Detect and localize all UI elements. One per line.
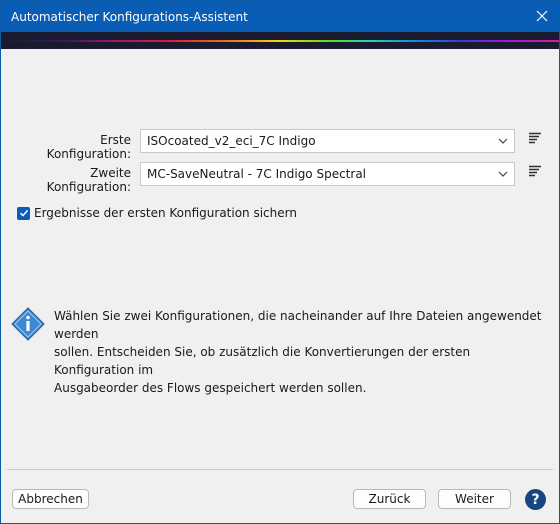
info-text: Wählen Sie zwei Konfigurationen, die nac… — [54, 307, 544, 397]
first-config-value: ISOcoated_v2_eci_7C Indigo — [147, 134, 316, 148]
list-options-icon[interactable] — [529, 165, 541, 177]
help-icon[interactable]: ? — [525, 489, 546, 510]
footer-divider — [7, 469, 553, 470]
second-config-value: MC-SaveNeutral - 7C Indigo Spectral — [147, 167, 367, 181]
first-config-label: Erste Konfiguration: — [46, 133, 131, 161]
cancel-button[interactable]: Abbrechen — [12, 489, 89, 509]
info-icon — [11, 307, 45, 341]
spectrum-line — [1, 40, 559, 42]
second-config-select[interactable]: MC-SaveNeutral - 7C Indigo Spectral — [140, 162, 515, 186]
chevron-down-icon — [498, 138, 508, 144]
save-first-results-label: Ergebnisse der ersten Konfiguration sich… — [34, 206, 297, 220]
save-first-results-option[interactable]: Ergebnisse der ersten Konfiguration sich… — [17, 206, 297, 220]
wizard-window: Automatischer Konfigurations-Assistent E… — [0, 0, 560, 524]
second-config-label: Zweite Konfiguration: — [46, 166, 131, 194]
spectrum-banner — [1, 32, 559, 49]
save-first-results-checkbox[interactable] — [17, 206, 30, 220]
info-line: Ausgabeorder des Flows gespeichert werde… — [54, 381, 367, 395]
back-button[interactable]: Zurück — [353, 489, 426, 509]
list-options-icon[interactable] — [529, 132, 541, 144]
chevron-down-icon — [498, 171, 508, 177]
info-line: sollen. Entscheiden Sie, ob zusätzlich d… — [54, 345, 471, 377]
next-button[interactable]: Weiter — [438, 489, 511, 509]
title-bar: Automatischer Konfigurations-Assistent — [1, 1, 559, 32]
window-title: Automatischer Konfigurations-Assistent — [11, 10, 248, 24]
close-icon[interactable] — [531, 5, 553, 27]
checkmark-icon — [19, 209, 28, 217]
first-config-select[interactable]: ISOcoated_v2_eci_7C Indigo — [140, 129, 515, 153]
info-line: Wählen Sie zwei Konfigurationen, die nac… — [54, 309, 542, 341]
